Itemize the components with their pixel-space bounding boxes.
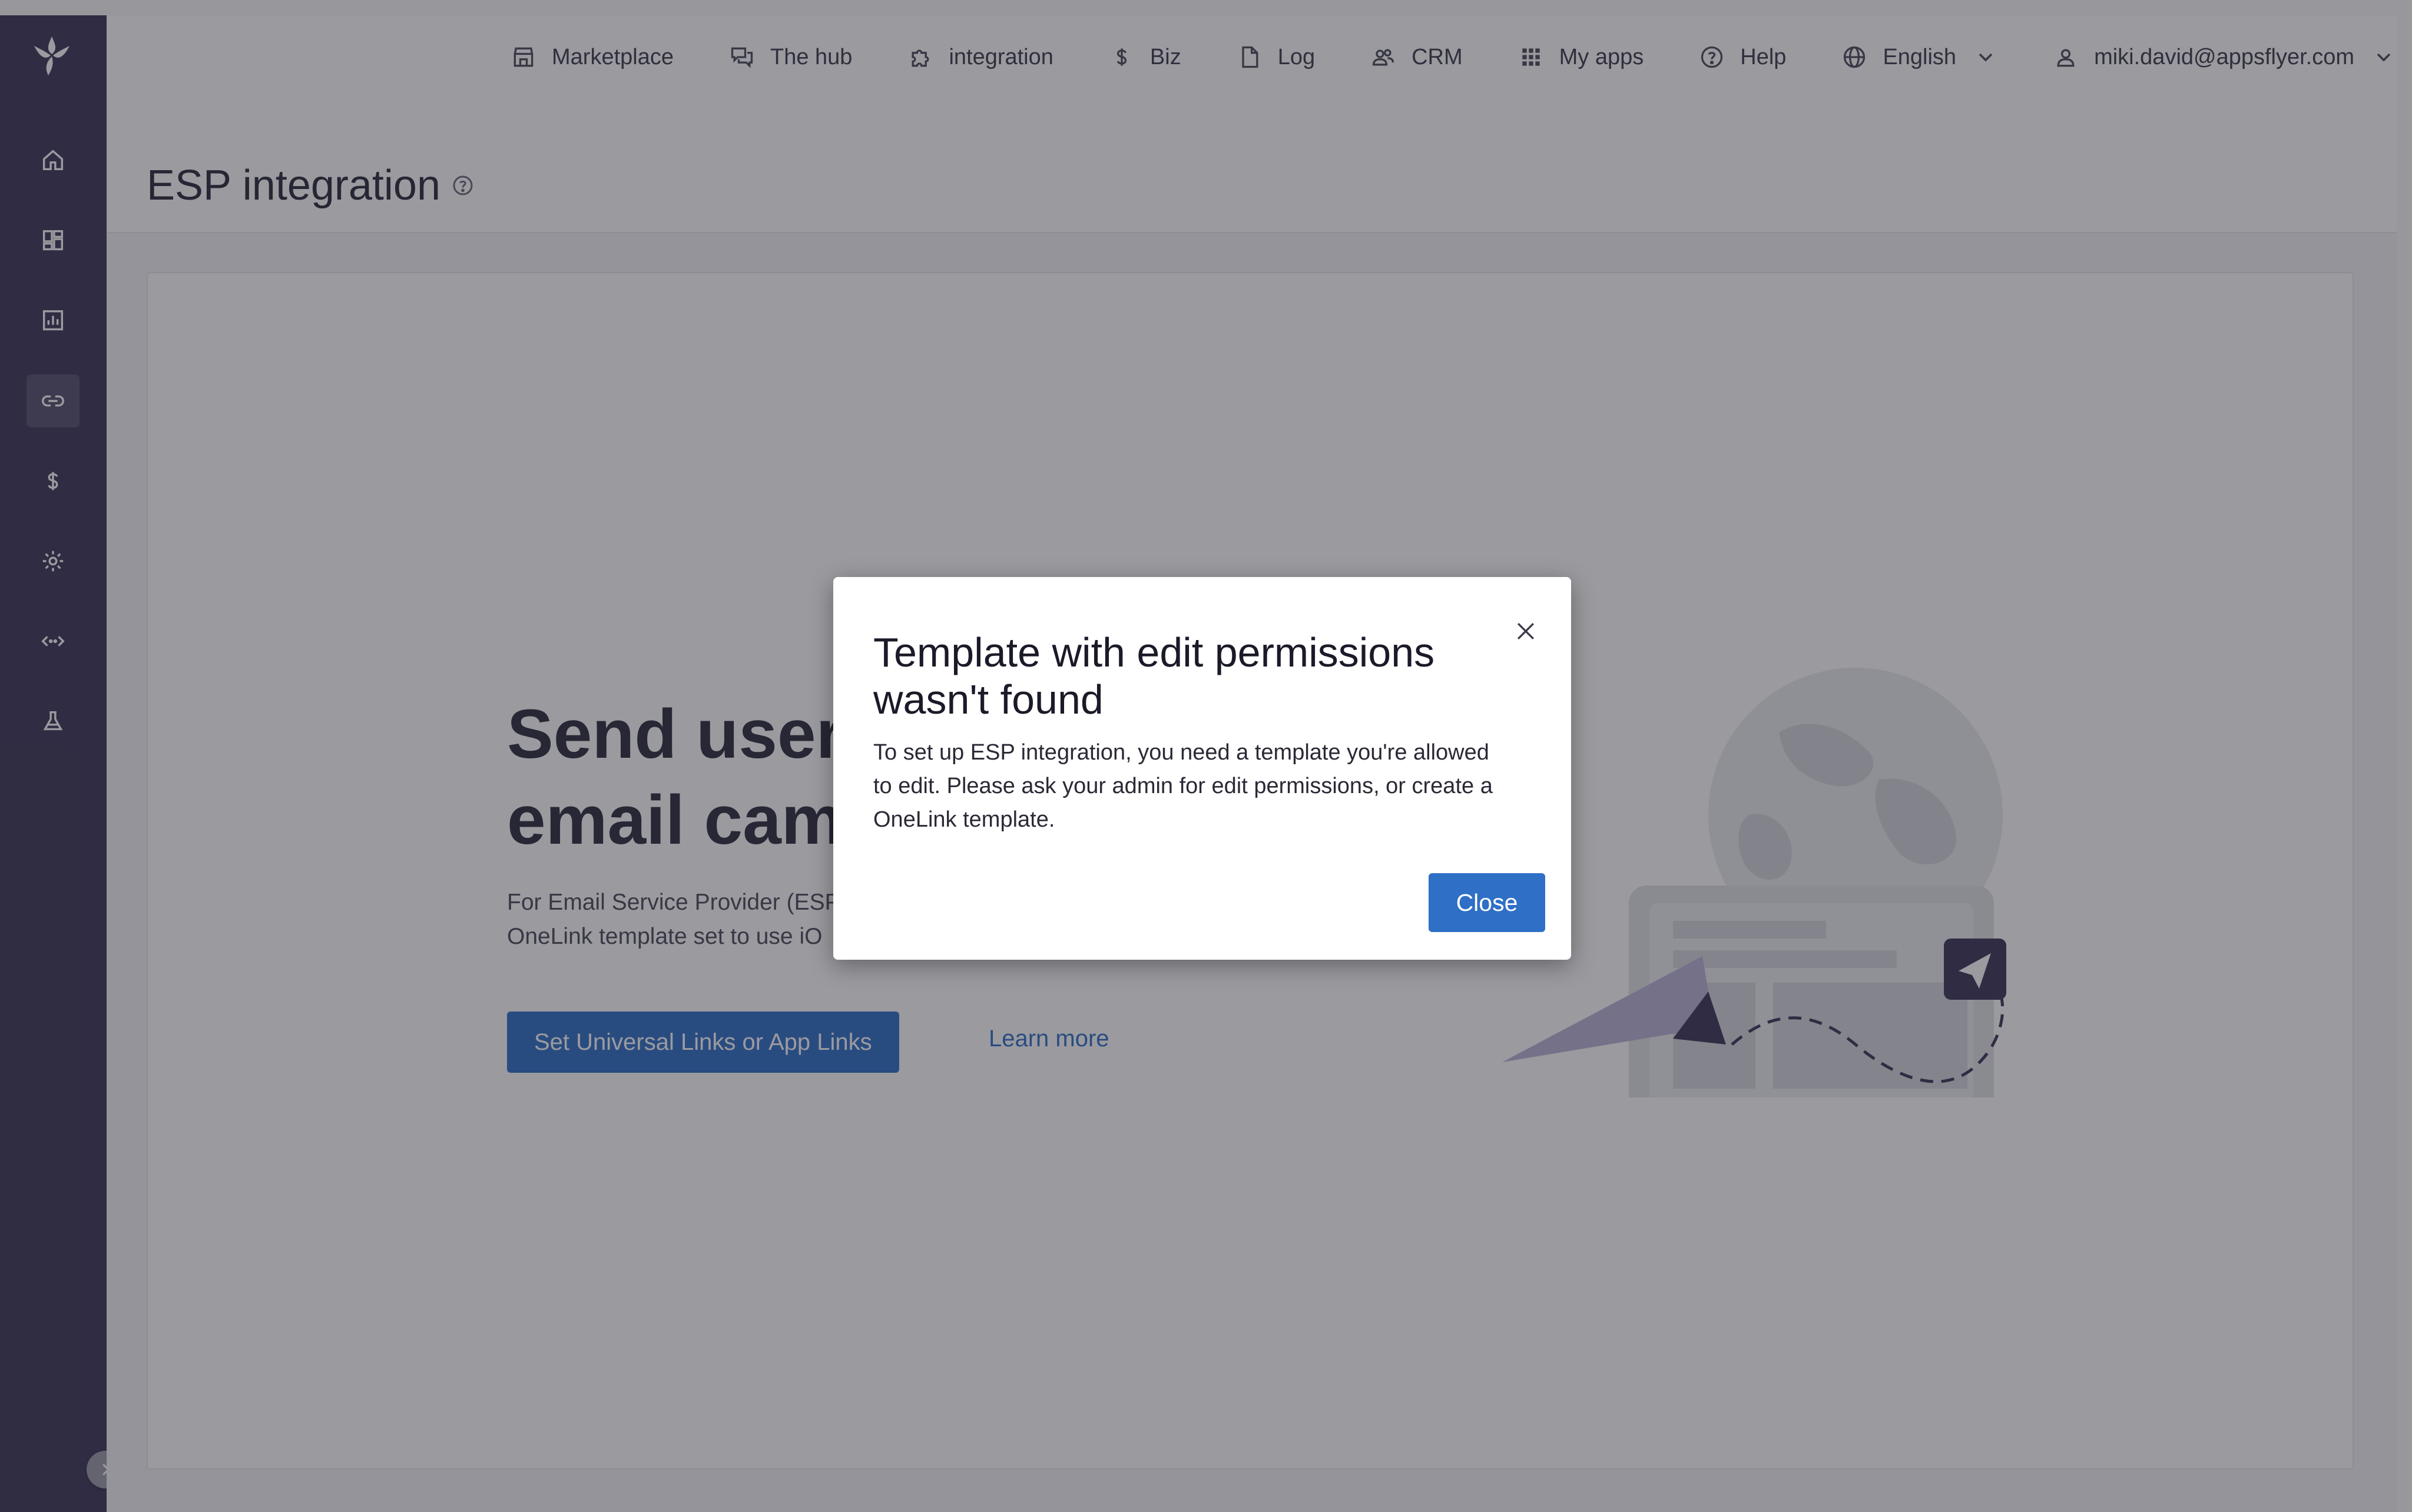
permission-error-dialog: Template with edit permissions wasn't fo… [833,577,1571,960]
close-icon [1517,622,1535,640]
dialog-close-action-button[interactable]: Close [1429,873,1545,932]
dialog-body: To set up ESP integration, you need a te… [873,740,1493,832]
dialog-close-button[interactable] [1508,614,1543,649]
dialog-title: Template with edit permissions wasn't fo… [873,629,1435,722]
